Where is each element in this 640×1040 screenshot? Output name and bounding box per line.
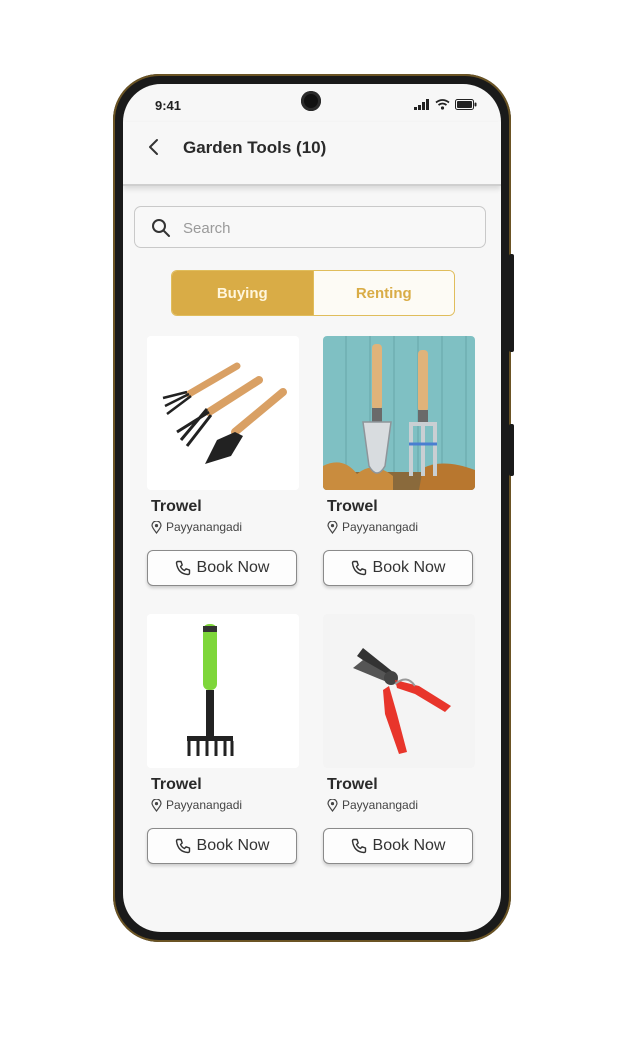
back-arrow-icon[interactable] (143, 136, 165, 158)
book-now-label: Book Now (196, 559, 270, 576)
product-location: Payyanangadi (151, 798, 242, 812)
book-now-label: Book Now (372, 559, 446, 576)
product-image[interactable] (323, 614, 475, 768)
phone-icon (175, 838, 190, 854)
location-text: Payyanangadi (166, 520, 243, 534)
location-text: Payyanangadi (342, 798, 419, 812)
product-name: Trowel (151, 498, 202, 515)
location-pin-icon (327, 798, 338, 812)
product-location: Payyanangadi (327, 520, 418, 534)
book-now-button[interactable]: Book Now (323, 550, 473, 586)
power-button (509, 424, 514, 476)
battery-icon (455, 99, 477, 110)
location-pin-icon (151, 520, 162, 534)
pruning-shears-image (323, 614, 475, 768)
search-input[interactable] (181, 215, 475, 241)
product-image[interactable] (147, 336, 299, 490)
product-name: Trowel (327, 776, 378, 793)
product-image[interactable] (323, 336, 475, 490)
status-icons (414, 99, 477, 110)
product-location: Payyanangadi (327, 798, 418, 812)
book-now-button[interactable]: Book Now (323, 828, 473, 864)
phone-icon (351, 560, 366, 576)
location-pin-icon (327, 520, 338, 534)
book-now-label: Book Now (372, 837, 446, 854)
tab-buying[interactable]: Buying (172, 271, 313, 315)
front-camera (301, 91, 321, 111)
product-location: Payyanangadi (151, 520, 242, 534)
search-icon (152, 219, 170, 237)
app-header: Garden Tools (10) (123, 122, 501, 186)
location-text: Payyanangadi (166, 798, 243, 812)
status-time: 9:41 (155, 98, 182, 113)
book-now-label: Book Now (196, 837, 270, 854)
product-name: Trowel (151, 776, 202, 793)
volume-button (509, 254, 514, 352)
phone-icon (175, 560, 190, 576)
buying-renting-toggle: Buying Renting (171, 270, 455, 316)
location-text: Payyanangadi (342, 520, 419, 534)
book-now-button[interactable]: Book Now (147, 550, 297, 586)
app-screen: 9:41 Garden Tools (10) Search Buying Ren… (123, 84, 501, 932)
hand-tool-set-image (147, 336, 299, 490)
book-now-button[interactable]: Book Now (147, 828, 297, 864)
phone-icon (351, 838, 366, 854)
tab-renting[interactable]: Renting (312, 271, 454, 315)
hand-rake-image (147, 614, 299, 768)
wifi-icon (435, 99, 450, 110)
signal-icon (414, 99, 429, 110)
product-image[interactable] (147, 614, 299, 768)
product-name: Trowel (327, 498, 378, 515)
page-title: Garden Tools (10) (183, 138, 327, 157)
search-bar[interactable] (134, 206, 486, 248)
trowel-and-fork-image (323, 336, 475, 490)
location-pin-icon (151, 798, 162, 812)
phone-frame: 9:41 Garden Tools (10) Search Buying Ren… (113, 74, 514, 942)
